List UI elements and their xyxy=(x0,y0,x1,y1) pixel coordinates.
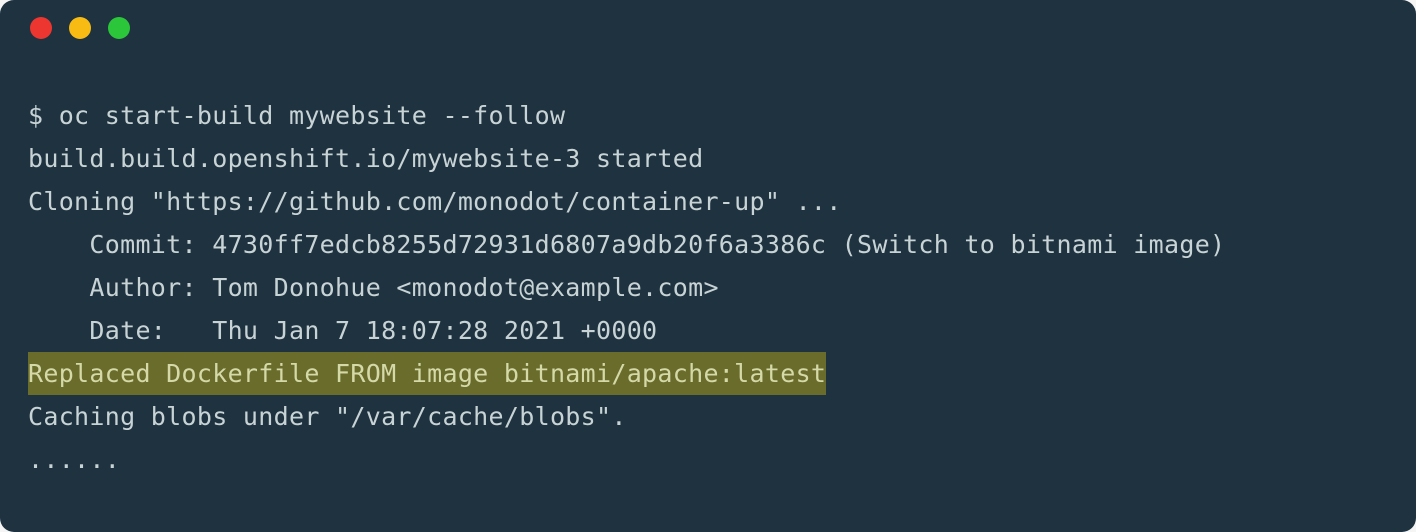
terminal-line-output: Cloning "https://github.com/monodot/cont… xyxy=(28,180,1388,223)
terminal-line-output: Author: Tom Donohue <monodot@example.com… xyxy=(28,266,1388,309)
terminal-line-output: Commit: 4730ff7edcb8255d72931d6807a9db20… xyxy=(28,223,1388,266)
terminal-line-output: Date: Thu Jan 7 18:07:28 2021 +0000 xyxy=(28,309,1388,352)
close-icon[interactable] xyxy=(30,17,52,39)
terminal-line-output: build.build.openshift.io/mywebsite-3 sta… xyxy=(28,137,1388,180)
maximize-icon[interactable] xyxy=(108,17,130,39)
terminal-line-output: ...... xyxy=(28,438,1388,481)
terminal-window: $ oc start-build mywebsite --follow buil… xyxy=(0,0,1416,532)
title-bar xyxy=(0,0,1416,56)
terminal-line-output: Caching blobs under "/var/cache/blobs". xyxy=(28,395,1388,438)
minimize-icon[interactable] xyxy=(69,17,91,39)
terminal-content[interactable]: $ oc start-build mywebsite --follow buil… xyxy=(0,56,1416,501)
terminal-line-command: $ oc start-build mywebsite --follow xyxy=(28,94,1388,137)
terminal-line-highlight: Replaced Dockerfile FROM image bitnami/a… xyxy=(28,352,826,395)
